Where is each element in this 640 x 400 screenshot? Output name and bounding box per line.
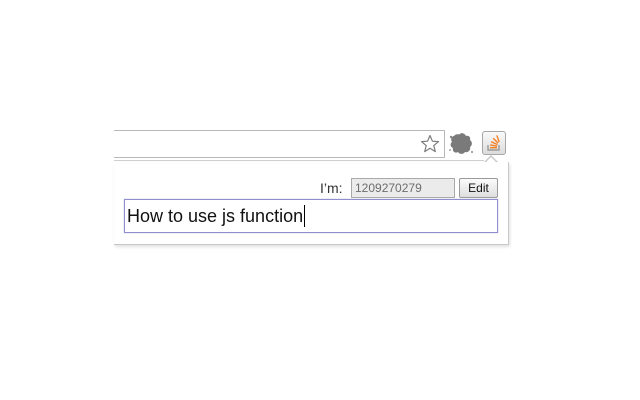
extension-button-1[interactable] <box>448 132 474 156</box>
bookmark-star-button[interactable] <box>420 134 440 154</box>
edit-button[interactable]: Edit <box>459 178 498 198</box>
search-query-input[interactable]: How to use js function <box>124 199 498 233</box>
star-icon <box>420 134 440 153</box>
popup-divider <box>114 160 484 161</box>
text-caret <box>304 205 306 227</box>
extension-popup: I’m: Edit How to use js function <box>114 162 509 245</box>
user-label: I’m: <box>320 180 343 196</box>
user-id-field[interactable] <box>351 178 455 198</box>
address-bar[interactable] <box>114 130 445 158</box>
stack-overflow-icon <box>487 135 500 151</box>
extension-button-2[interactable] <box>482 131 506 155</box>
splat-icon <box>449 133 473 154</box>
browser-toolbar <box>114 130 508 158</box>
search-query-text: How to use js function <box>127 205 304 226</box>
